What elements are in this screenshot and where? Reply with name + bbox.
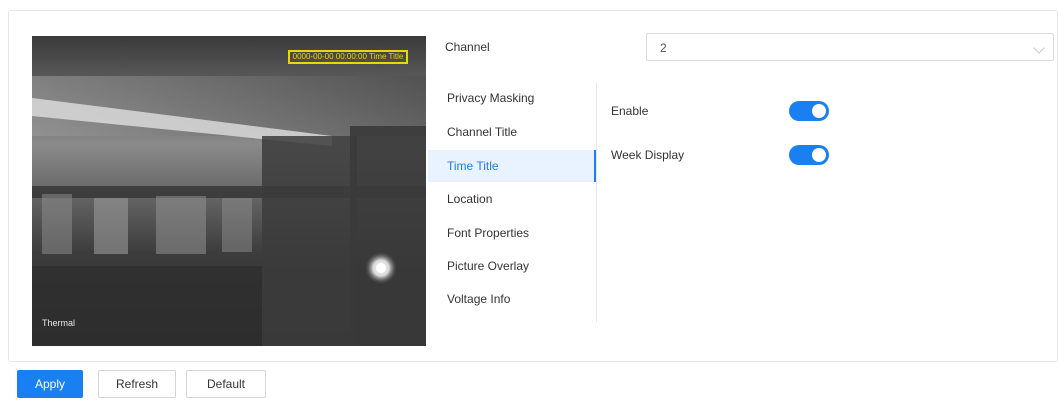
channel-label: Channel — [445, 40, 490, 54]
menu-item-picture-overlay[interactable]: Picture Overlay — [428, 250, 596, 282]
apply-button[interactable]: Apply — [17, 370, 83, 398]
toggle-knob — [812, 148, 826, 162]
chevron-down-icon — [1033, 42, 1045, 54]
menu-item-location[interactable]: Location — [428, 183, 596, 215]
refresh-button[interactable]: Refresh — [98, 370, 176, 398]
menu-item-voltage-info[interactable]: Voltage Info — [428, 283, 596, 315]
thermal-scene — [32, 36, 426, 346]
thermal-video-preview[interactable]: 0000-00-00 00:00:00 Time Title Thermal — [32, 36, 426, 346]
overlay-side-menu: Privacy Masking Channel Title Time Title… — [428, 82, 597, 322]
menu-item-time-title[interactable]: Time Title — [428, 150, 596, 182]
menu-item-font-properties[interactable]: Font Properties — [428, 217, 596, 249]
enable-toggle[interactable] — [789, 101, 829, 121]
toggle-knob — [812, 104, 826, 118]
default-button[interactable]: Default — [186, 370, 266, 398]
menu-item-privacy-masking[interactable]: Privacy Masking — [428, 82, 596, 114]
menu-item-channel-title[interactable]: Channel Title — [428, 116, 596, 148]
channel-select[interactable]: 2 — [646, 33, 1054, 61]
week-display-label: Week Display — [611, 148, 685, 162]
channel-title-osd[interactable]: Thermal — [42, 318, 75, 328]
channel-select-value: 2 — [660, 41, 667, 55]
week-display-toggle[interactable] — [789, 145, 829, 165]
time-title-osd-text: 0000-00-00 00:00:00 Time Title — [292, 52, 404, 61]
enable-label: Enable — [611, 104, 649, 118]
time-title-osd-box[interactable]: 0000-00-00 00:00:00 Time Title — [288, 50, 408, 64]
